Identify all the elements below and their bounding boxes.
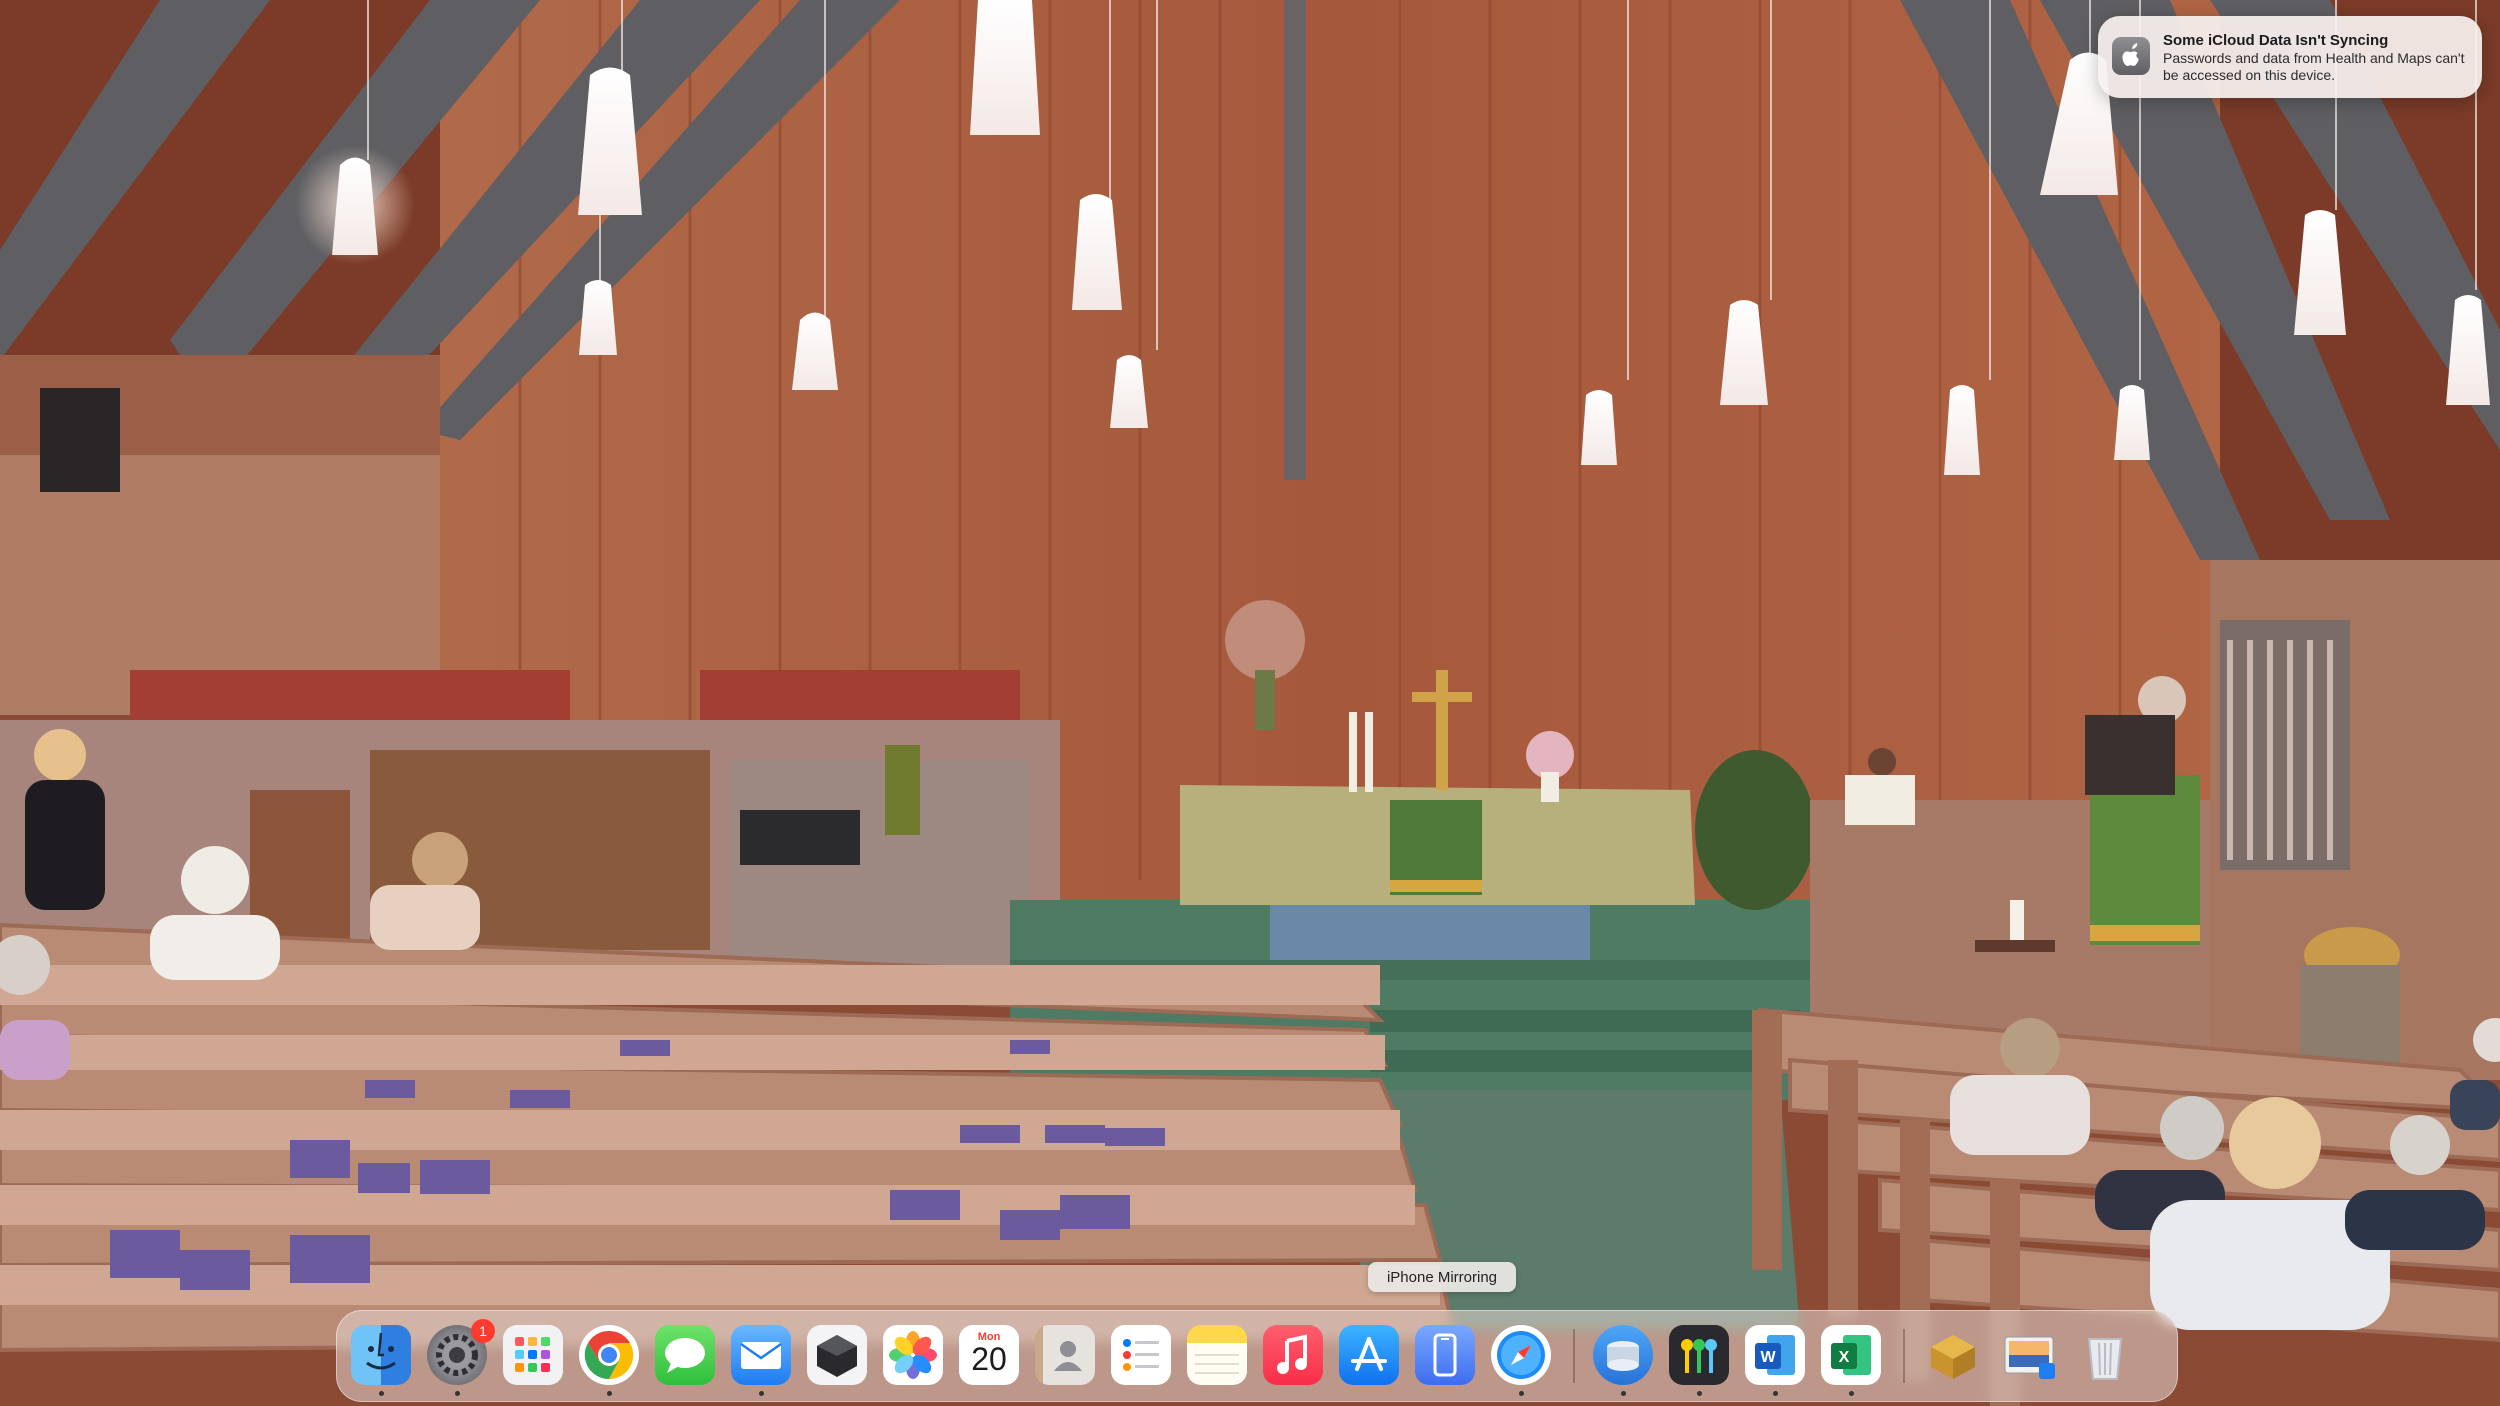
excel-icon[interactable]: X (1821, 1325, 1881, 1385)
trash-icon[interactable] (2075, 1325, 2135, 1385)
package-icon[interactable] (1923, 1325, 1983, 1385)
gear-icon[interactable]: 1 (427, 1319, 495, 1385)
reminders-icon[interactable] (1111, 1325, 1171, 1385)
video-frame (0, 0, 2500, 1406)
dock-tooltip: iPhone Mirroring (1368, 1262, 1516, 1292)
keys-icon[interactable] (1669, 1325, 1729, 1385)
running-indicator (1621, 1391, 1626, 1396)
running-indicator (1519, 1391, 1524, 1396)
running-indicator (379, 1391, 384, 1396)
notification-body: Passwords and data from Health and Maps … (2163, 50, 2465, 83)
preview-icon[interactable] (1999, 1325, 2059, 1385)
launchpad-icon[interactable] (503, 1325, 563, 1385)
messages-icon[interactable] (655, 1325, 715, 1385)
church-interior (0, 0, 2500, 1406)
running-indicator (455, 1391, 460, 1396)
dock: 1 Mon 20 W X (336, 1310, 2178, 1402)
notes-icon[interactable] (1187, 1325, 1247, 1385)
notification-title: Some iCloud Data Isn't Syncing (2163, 32, 2389, 49)
chrome-icon[interactable] (579, 1325, 639, 1385)
running-indicator (759, 1391, 764, 1396)
word-icon[interactable]: W (1745, 1325, 1805, 1385)
running-indicator (607, 1391, 612, 1396)
cube-icon[interactable] (807, 1325, 867, 1385)
iphone-mirroring-icon[interactable] (1415, 1325, 1475, 1385)
svg-text:W: W (1760, 1349, 1776, 1366)
calendar-icon[interactable]: Mon 20 (959, 1325, 1019, 1385)
safari-icon[interactable] (1491, 1325, 1551, 1385)
finder-icon[interactable] (351, 1325, 411, 1385)
icloud-sync-notification[interactable]: Some iCloud Data Isn't Syncing Passwords… (2098, 16, 2482, 98)
photos-icon[interactable] (883, 1325, 943, 1385)
music-icon[interactable] (1263, 1325, 1323, 1385)
dock-separator (1903, 1329, 1905, 1383)
running-indicator (1849, 1391, 1854, 1396)
disk-icon[interactable] (1593, 1325, 1653, 1385)
running-indicator (1697, 1391, 1702, 1396)
svg-text:X: X (1839, 1349, 1850, 1366)
contacts-icon[interactable] (1035, 1325, 1095, 1385)
dock-separator (1573, 1329, 1575, 1383)
apple-logo-icon (2112, 37, 2150, 75)
mail-icon[interactable] (731, 1325, 791, 1385)
calendar-day: 20 (971, 1341, 1007, 1377)
app-store-icon[interactable] (1339, 1325, 1399, 1385)
running-indicator (1773, 1391, 1778, 1396)
notification-badge: 1 (471, 1319, 495, 1343)
